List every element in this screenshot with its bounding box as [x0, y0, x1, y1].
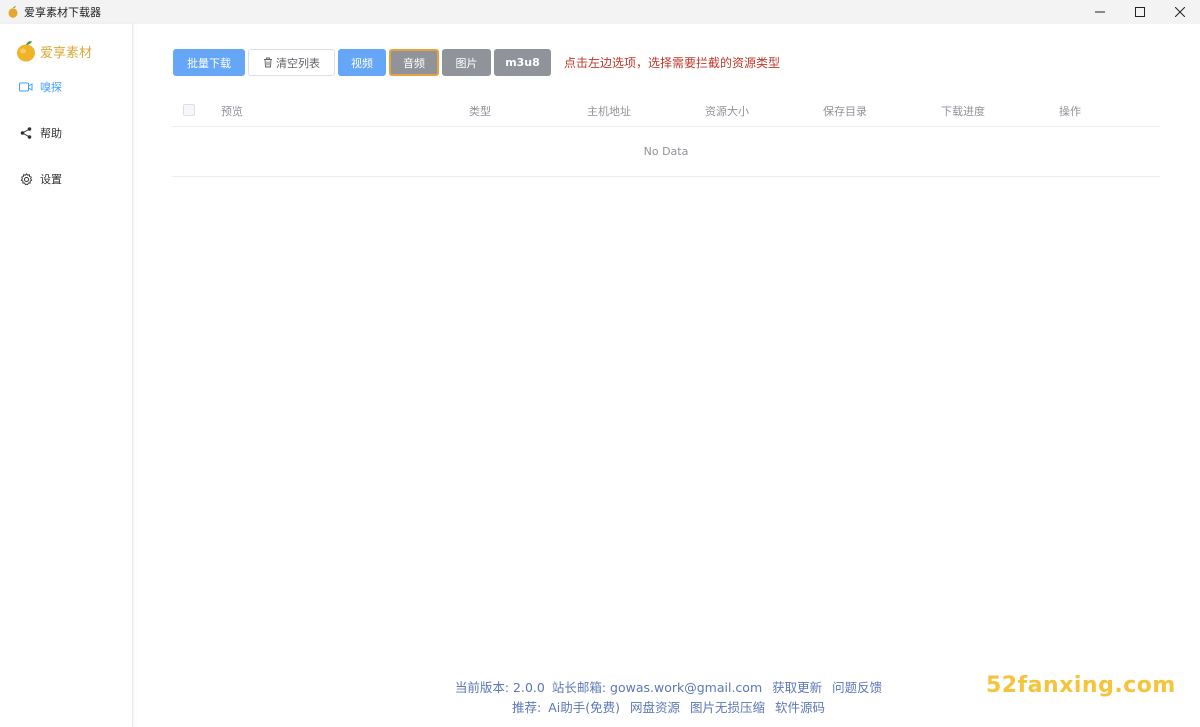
table-empty-row: No Data	[172, 127, 1160, 177]
footer-line-1: 当前版本: 2.0.0 站长邮箱: gowas.work@gmail.com 获…	[420, 678, 920, 698]
feedback-link[interactable]: 问题反馈	[832, 680, 882, 695]
video-filter-button[interactable]: 视频	[338, 49, 386, 76]
sidebar-item-sniff[interactable]: 嗅探	[19, 77, 62, 97]
empty-text: No Data	[643, 145, 689, 158]
brand-logo-icon	[17, 41, 35, 62]
image-filter-button[interactable]: 图片	[442, 49, 491, 76]
clear-list-label: 清空列表	[276, 56, 320, 70]
column-header-preview: 预览	[221, 105, 243, 118]
trash-icon	[264, 57, 272, 68]
image-compress-link[interactable]: 图片无损压缩	[690, 700, 765, 715]
close-icon	[1175, 7, 1185, 17]
footer-line-2: 推荐: Ai助手(免费) 网盘资源 图片无损压缩 软件源码	[420, 698, 920, 718]
maximize-button[interactable]	[1120, 0, 1160, 24]
close-button[interactable]	[1160, 0, 1200, 24]
audio-filter-button[interactable]: 音频	[389, 49, 439, 76]
clear-list-button[interactable]: 清空列表	[248, 49, 335, 76]
sidebar-item-label: 嗅探	[40, 81, 62, 94]
share-icon	[19, 126, 33, 140]
camera-icon	[19, 80, 33, 94]
batch-download-button[interactable]: 批量下载	[173, 49, 245, 76]
filter-hint: 点击左边选项，选择需要拦截的资源类型	[564, 56, 781, 70]
column-header-progress: 下载进度	[941, 105, 985, 118]
window-controls	[1080, 0, 1200, 24]
brand-name: 爱享素材	[40, 45, 93, 61]
sidebar: 爱享素材 嗅探 帮助 设置	[0, 24, 133, 727]
resource-table: 预览 类型 主机地址 资源大小 保存目录 下载进度 操作 No Data	[172, 94, 1160, 177]
recommend-label: 推荐:	[512, 700, 542, 715]
column-header-type: 类型	[469, 105, 491, 118]
sidebar-item-help[interactable]: 帮助	[19, 123, 62, 143]
version-text: 当前版本: 2.0.0	[454, 680, 545, 695]
column-header-actions: 操作	[1059, 105, 1081, 118]
m3u8-filter-button[interactable]: m3u8	[494, 49, 551, 76]
sidebar-item-label: 设置	[40, 173, 62, 186]
ai-assistant-link[interactable]: Ai助手(免费)	[548, 700, 620, 715]
app-logo-icon	[8, 6, 18, 18]
minimize-icon	[1095, 11, 1105, 13]
update-link[interactable]: 获取更新	[772, 680, 822, 695]
brand: 爱享素材	[16, 40, 92, 62]
table-header: 预览 类型 主机地址 资源大小 保存目录 下载进度 操作	[172, 94, 1160, 127]
watermark: 52fanxing.com	[986, 673, 1176, 698]
column-header-size: 资源大小	[705, 105, 749, 118]
cloud-resources-link[interactable]: 网盘资源	[630, 700, 680, 715]
source-code-link[interactable]: 软件源码	[775, 700, 825, 715]
maximize-icon	[1135, 7, 1145, 17]
sidebar-item-label: 帮助	[40, 127, 62, 140]
gear-icon	[19, 172, 33, 186]
toolbar: 批量下载 清空列表 视频 音频 图片 m3u8 点击左边选项，选择需要拦截的资源…	[173, 49, 780, 76]
title-bar: 爱享素材下载器	[0, 0, 1200, 24]
column-header-save-dir: 保存目录	[823, 105, 867, 118]
minimize-button[interactable]	[1080, 0, 1120, 24]
window-title: 爱享素材下载器	[24, 6, 101, 19]
footer: 当前版本: 2.0.0 站长邮箱: gowas.work@gmail.com 获…	[420, 678, 920, 718]
select-all-checkbox[interactable]	[183, 104, 195, 116]
sidebar-item-settings[interactable]: 设置	[19, 169, 62, 189]
column-header-host: 主机地址	[587, 105, 631, 118]
email-link[interactable]: 站长邮箱: gowas.work@gmail.com	[552, 680, 762, 695]
